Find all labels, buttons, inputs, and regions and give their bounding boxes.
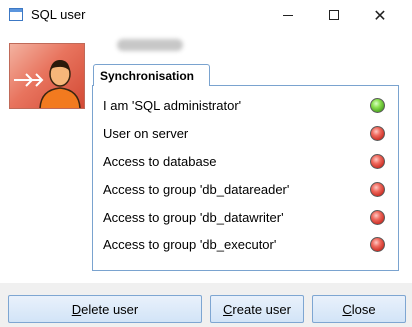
status-error-icon (370, 181, 385, 197)
delete-user-button[interactable]: Delete user (8, 295, 202, 323)
status-row: User on server (103, 123, 385, 143)
minimize-button[interactable] (265, 0, 311, 30)
close-icon: ✕ (373, 5, 387, 25)
close-window-button[interactable]: ✕ (357, 0, 403, 30)
window-title: SQL user (31, 7, 86, 22)
status-label: I am 'SQL administrator' (103, 97, 242, 113)
title-bar: SQL user ✕ (0, 0, 412, 30)
maximize-button[interactable] (311, 0, 357, 30)
minimize-icon (283, 14, 293, 16)
status-row: Access to group 'db_datawriter' (103, 207, 385, 227)
status-row: I am 'SQL administrator' (103, 95, 385, 115)
username-blurred (117, 39, 183, 51)
status-label: Access to group 'db_datawriter' (103, 209, 284, 225)
status-error-icon (370, 209, 385, 225)
synchronisation-panel: I am 'SQL administrator' User on server … (92, 85, 399, 271)
maximize-icon (329, 10, 339, 20)
status-ok-icon (370, 97, 385, 113)
status-error-icon (370, 236, 385, 252)
tab-synchronisation[interactable]: Synchronisation (93, 64, 210, 86)
status-row: Access to group 'db_datareader' (103, 179, 385, 199)
status-label: Access to group 'db_datareader' (103, 181, 290, 197)
user-sync-icon (9, 43, 85, 109)
status-error-icon (370, 125, 385, 141)
status-label: Access to group 'db_executor' (103, 236, 277, 252)
close-button[interactable]: Close (312, 295, 406, 323)
status-error-icon (370, 153, 385, 169)
window-icon (9, 8, 23, 21)
status-row: Access to database (103, 151, 385, 171)
create-user-button[interactable]: Create user (210, 295, 304, 323)
status-label: User on server (103, 125, 189, 141)
status-row: Access to group 'db_executor' (103, 234, 385, 254)
status-label: Access to database (103, 153, 217, 169)
